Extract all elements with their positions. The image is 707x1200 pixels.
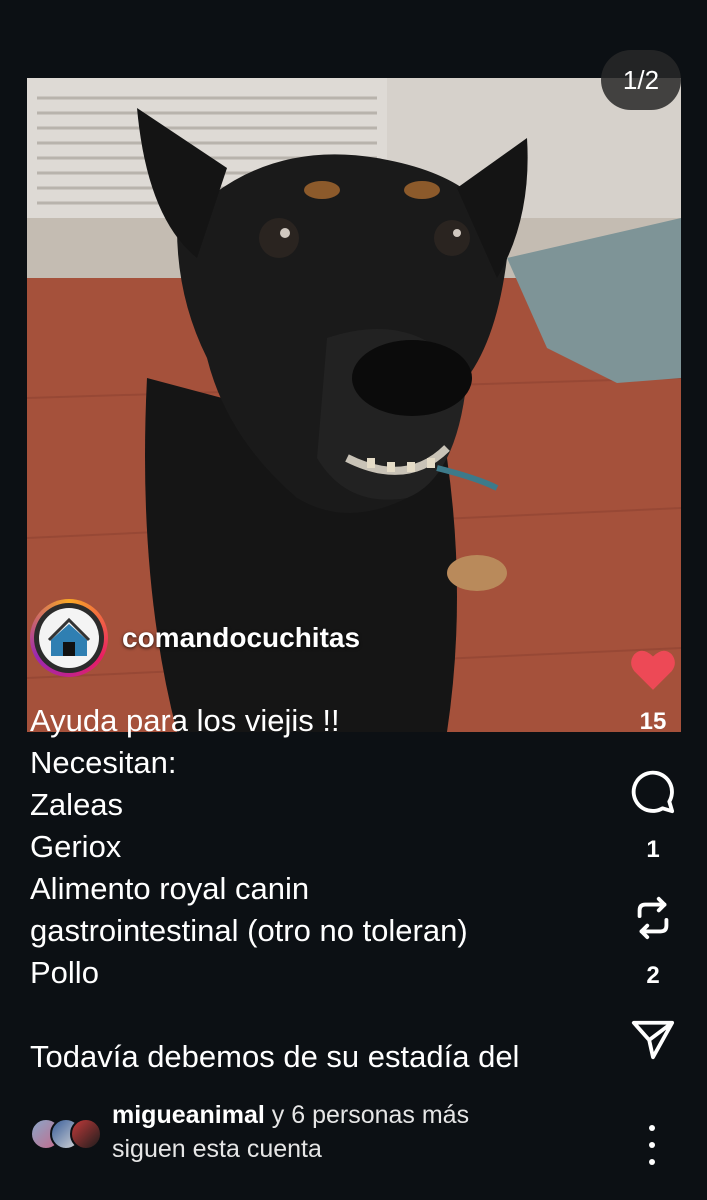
follow-context[interactable]: migueanimal y 6 personas más siguen esta…	[30, 1098, 469, 1166]
repost-count: 2	[646, 962, 660, 989]
caption-line: Geriox	[30, 829, 122, 864]
share-button[interactable]	[630, 1010, 676, 1070]
action-rail: 15 1 2	[618, 640, 688, 1070]
avatar-ring[interactable]	[30, 599, 108, 677]
post-caption[interactable]: Ayuda para los viejis !! Necesitan: Zale…	[30, 700, 620, 1078]
avatar	[34, 603, 104, 673]
more-icon	[649, 1142, 655, 1148]
caption-line: Zaleas	[30, 787, 124, 822]
follower-suffix: y 6 personas más	[264, 1101, 470, 1129]
doghouse-logo-icon	[39, 608, 99, 668]
comment-icon	[631, 770, 675, 814]
comment-button[interactable]	[630, 762, 676, 822]
caption-line: Todavía debemos de su estadía del	[30, 1039, 520, 1074]
author-username[interactable]: comandocuchitas	[122, 622, 360, 654]
caption-line: Ayuda para los viejis !!	[30, 703, 340, 738]
follower-name[interactable]: migueanimal	[112, 1101, 265, 1129]
caption-line: Pollo	[30, 955, 99, 990]
repost-icon	[637, 896, 669, 940]
more-icon	[649, 1125, 655, 1131]
caption-line: Alimento royal canin	[30, 871, 310, 906]
caption-line: Necesitan:	[30, 745, 177, 780]
more-options-button[interactable]	[640, 1125, 664, 1165]
send-icon	[631, 1020, 675, 1060]
follow-subtext: siguen esta cuenta	[112, 1135, 322, 1163]
like-count: 15	[639, 708, 667, 735]
repost-button[interactable]	[630, 888, 676, 948]
caption-line: gastrointestinal (otro no toleran)	[30, 913, 468, 948]
follower-avatars	[30, 1115, 102, 1150]
avatar	[70, 1118, 102, 1150]
like-button[interactable]	[628, 640, 678, 698]
heart-icon	[631, 650, 675, 690]
comment-count: 1	[646, 836, 660, 863]
more-icon	[649, 1159, 655, 1165]
page-indicator: 1/2	[601, 50, 681, 110]
post-author[interactable]: comandocuchitas	[30, 598, 360, 678]
